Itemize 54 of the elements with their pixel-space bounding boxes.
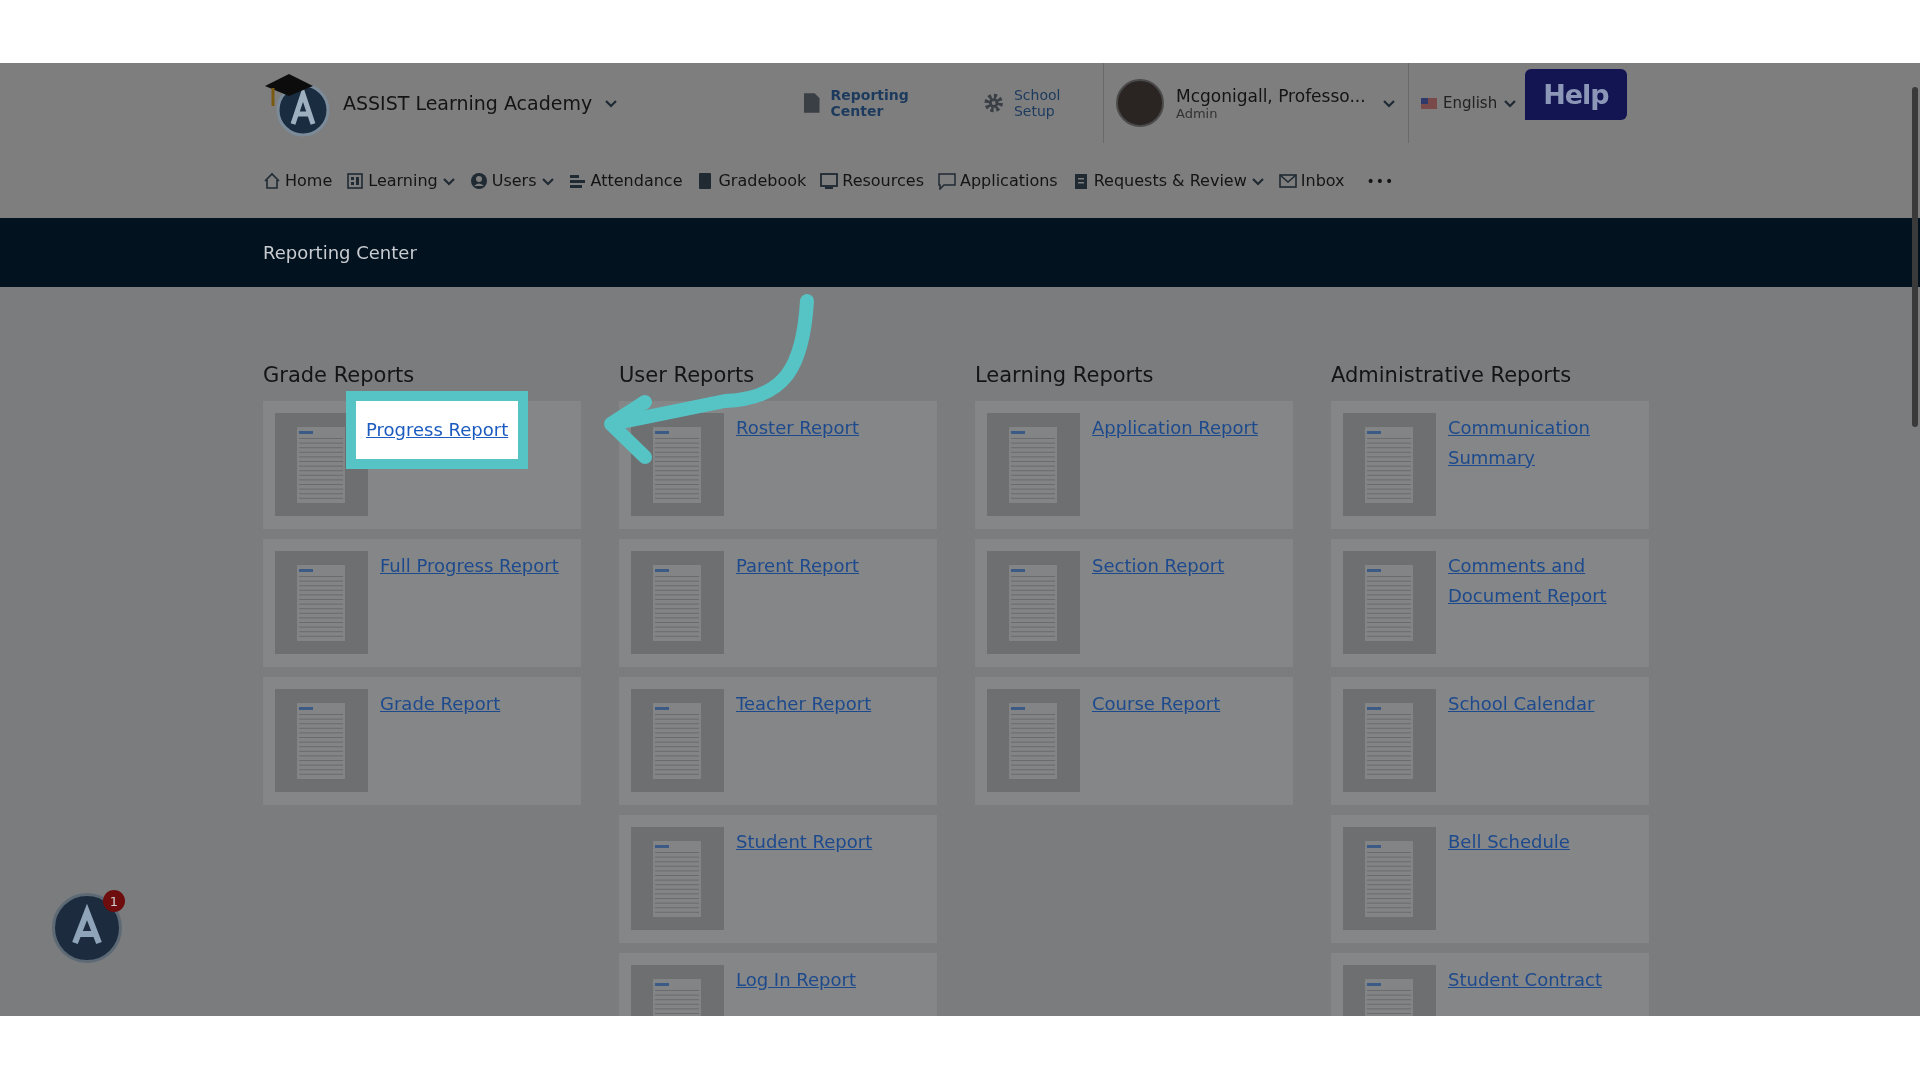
report-link[interactable]: Application Report (1092, 413, 1258, 443)
help-button[interactable]: Help (1525, 69, 1627, 120)
section-heading: Grade Reports (263, 363, 416, 387)
user-icon (469, 171, 488, 190)
avatar[interactable] (1116, 79, 1164, 127)
gear-icon (982, 92, 1004, 114)
school-name[interactable]: ASSIST Learning Academy (343, 92, 593, 114)
scrollbar-thumb[interactable] (1912, 87, 1918, 427)
user-role: Admin (1176, 105, 1218, 121)
nav-item[interactable]: Requests & Review (1071, 171, 1265, 190)
mail-icon (1278, 171, 1297, 190)
report-link[interactable]: Grade Report (380, 689, 501, 719)
page-title: Reporting Center (263, 242, 417, 263)
monitor-icon (820, 171, 839, 190)
header-link[interactable]: Reporting Center (803, 87, 963, 119)
report-link[interactable]: Full Progress Report (380, 551, 559, 581)
nav-item[interactable]: Home (263, 171, 333, 190)
report-link[interactable]: Log In Report (736, 965, 856, 995)
chevron-down-icon (604, 97, 619, 109)
nav-item[interactable]: Gradebook (696, 171, 807, 190)
language-selector[interactable]: English (1421, 94, 1518, 112)
report-link[interactable]: Course Report (1092, 689, 1221, 719)
nav-item[interactable]: Attendance (568, 171, 683, 190)
section-heading: Learning Reports (975, 363, 1155, 387)
flag-icon (1421, 97, 1437, 109)
report-link[interactable]: School Calendar (1448, 689, 1595, 719)
nav-item[interactable]: Inbox (1278, 171, 1345, 190)
nav-item[interactable]: Learning (346, 171, 456, 190)
assistant-button[interactable]: 1 (52, 893, 122, 963)
report-link[interactable]: Progress Report (346, 391, 529, 469)
section-heading: Administrative Reports (1331, 363, 1573, 387)
chevron-down-icon (1503, 97, 1518, 109)
report-link[interactable]: Teacher Report (736, 689, 872, 719)
report-link[interactable]: Communication Summary (1448, 413, 1637, 473)
chat-icon (937, 171, 956, 190)
chevron-down-icon (1382, 97, 1396, 109)
section-heading: User Reports (619, 363, 756, 387)
user-name[interactable]: Mcgonigall, Professo... (1176, 85, 1370, 106)
notification-badge: 1 (103, 890, 125, 912)
report-link[interactable]: Comments and Document Report (1448, 551, 1637, 611)
report-link[interactable]: Bell Schedule (1448, 827, 1570, 857)
nav-item[interactable]: Resources (820, 171, 924, 190)
report-link[interactable]: Parent Report (736, 551, 859, 581)
document-icon (803, 92, 821, 114)
grid-icon (346, 171, 365, 190)
report-link[interactable]: Roster Report (736, 413, 859, 443)
header-link[interactable]: School Setup (982, 87, 1103, 119)
report-link[interactable]: Student Report (736, 827, 873, 857)
home-icon (263, 171, 281, 190)
report-link[interactable]: Section Report (1092, 551, 1225, 581)
nav-item[interactable]: Applications (937, 171, 1058, 190)
nav-item[interactable]: Users (469, 171, 555, 190)
report-link[interactable]: Student Contract (1448, 965, 1602, 995)
more-button[interactable]: ••• (1366, 172, 1395, 189)
